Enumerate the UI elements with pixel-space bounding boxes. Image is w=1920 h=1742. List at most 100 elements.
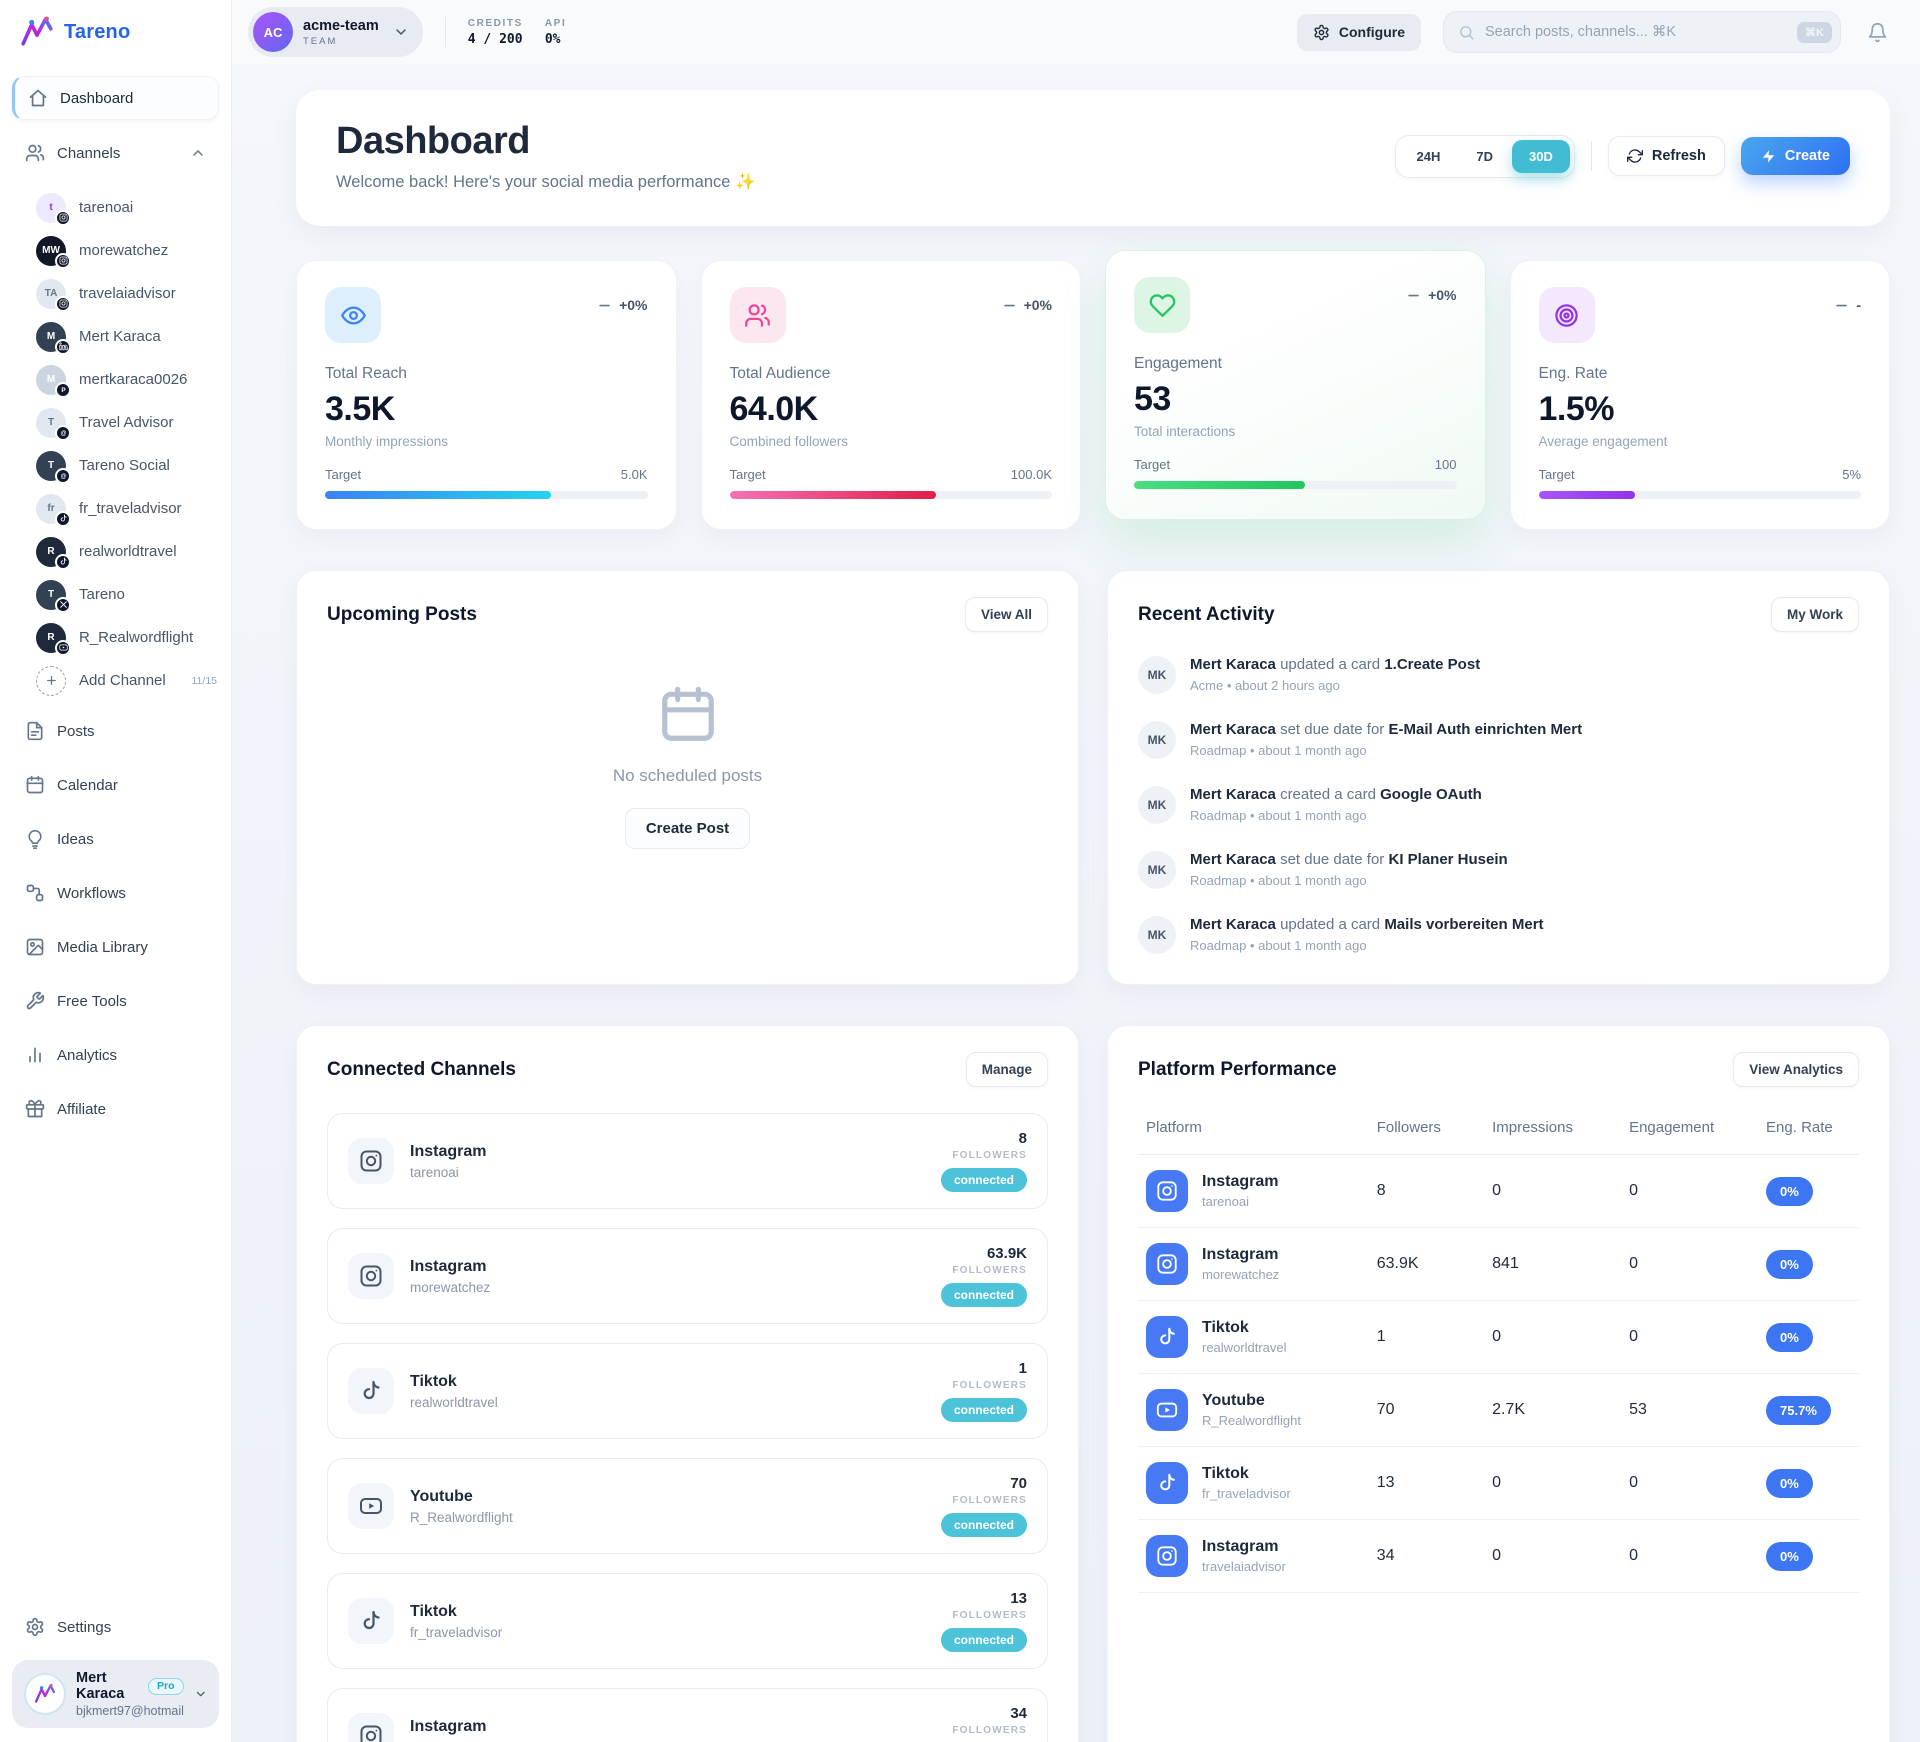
platform-icon bbox=[59, 514, 68, 523]
refresh-button[interactable]: Refresh bbox=[1608, 136, 1725, 176]
trend-indicator: - bbox=[1834, 297, 1861, 313]
sidebar-channel-item[interactable]: R R_Realwordflight bbox=[0, 616, 231, 659]
sidebar-channel-item[interactable]: TA travelaiadvisor bbox=[0, 272, 231, 315]
table-row[interactable]: Instagram morewatchez 63.9K 841 0 0% bbox=[1138, 1228, 1859, 1301]
time-range-label: 7D bbox=[1476, 149, 1493, 164]
connected-channel-row[interactable]: Instagram tarenoai 8 FOLLOWERS connected bbox=[327, 1113, 1048, 1209]
sidebar-channel-item[interactable]: R realworldtravel bbox=[0, 530, 231, 573]
engagement-cell: 0 bbox=[1621, 1520, 1758, 1593]
stat-card[interactable]: +0% Total Reach 3.5K Monthly impressions… bbox=[296, 260, 677, 530]
view-all-button[interactable]: View All bbox=[965, 597, 1048, 632]
table-row[interactable]: Tiktok fr_traveladvisor 13 0 0 0% bbox=[1138, 1447, 1859, 1520]
sidebar-channel-item[interactable]: MW morewatchez bbox=[0, 229, 231, 272]
create-button[interactable]: Create bbox=[1741, 137, 1850, 175]
card-title: Upcoming Posts bbox=[327, 604, 477, 626]
platform-name: Instagram bbox=[1202, 1173, 1278, 1191]
configure-button[interactable]: Configure bbox=[1297, 14, 1421, 51]
sidebar-channel-item[interactable]: T Tareno Social bbox=[0, 444, 231, 487]
activity-item[interactable]: MK Mert Karaca updated a card Mails vorb… bbox=[1138, 916, 1859, 954]
manage-button[interactable]: Manage bbox=[966, 1052, 1048, 1087]
performance-table: Platform Followers Impressions Engagemen… bbox=[1138, 1111, 1859, 1593]
table-row[interactable]: Tiktok realworldtravel 1 0 0 0% bbox=[1138, 1301, 1859, 1374]
stat-card[interactable]: +0% Total Audience 64.0K Combined follow… bbox=[701, 260, 1082, 530]
channel-platform-badge bbox=[55, 425, 71, 441]
activity-item[interactable]: MK Mert Karaca set due date for E-Mail A… bbox=[1138, 721, 1859, 759]
sidebar-item[interactable]: Affiliate bbox=[12, 1088, 219, 1130]
sidebar-item[interactable]: Analytics bbox=[12, 1034, 219, 1076]
channel-avatar: fr bbox=[36, 494, 66, 524]
sidebar-item-settings[interactable]: Settings bbox=[12, 1606, 219, 1648]
followers-label: FOLLOWERS bbox=[952, 1380, 1027, 1391]
home-icon bbox=[28, 88, 48, 108]
channel-name: Travel Advisor bbox=[79, 414, 173, 431]
stat-value: 1.5% bbox=[1539, 390, 1862, 429]
sidebar-channel-item[interactable]: fr fr_traveladvisor bbox=[0, 487, 231, 530]
channel-platform-badge bbox=[55, 597, 71, 613]
connected-channel-row[interactable]: Tiktok fr_traveladvisor 13 FOLLOWERS con… bbox=[327, 1573, 1048, 1669]
activity-item[interactable]: MK Mert Karaca updated a card 1.Create P… bbox=[1138, 656, 1859, 694]
table-row[interactable]: Instagram tarenoai 8 0 0 0% bbox=[1138, 1155, 1859, 1228]
sidebar-item[interactable]: Free Tools bbox=[12, 980, 219, 1022]
brand: Tareno bbox=[0, 0, 231, 64]
time-range-button[interactable]: 7D bbox=[1459, 140, 1510, 173]
card-title: Platform Performance bbox=[1138, 1059, 1337, 1081]
stat-card[interactable]: - Eng. Rate 1.5% Average engagement Targ… bbox=[1510, 260, 1891, 530]
add-channel-button[interactable]: Add Channel 11/15 bbox=[0, 659, 231, 702]
create-post-button[interactable]: Create Post bbox=[625, 808, 750, 849]
user-menu[interactable]: Mert Karaca Pro bjkmert97@hotmail.c... bbox=[12, 1660, 219, 1728]
team-selector[interactable]: AC acme-team TEAM bbox=[248, 7, 423, 57]
sidebar-item[interactable]: Workflows bbox=[12, 872, 219, 914]
table-row[interactable]: Youtube R_Realwordflight 70 2.7K 53 75.7… bbox=[1138, 1374, 1859, 1447]
target-row: Target 5.0K bbox=[325, 467, 648, 482]
connected-channel-row[interactable]: Youtube R_Realwordflight 70 FOLLOWERS co… bbox=[327, 1458, 1048, 1554]
activity-item[interactable]: MK Mert Karaca set due date for KI Plane… bbox=[1138, 851, 1859, 889]
my-work-button[interactable]: My Work bbox=[1771, 597, 1859, 632]
connected-channel-row[interactable]: Instagram travelaiadvisor 34 FOLLOWERS c… bbox=[327, 1688, 1048, 1742]
sidebar-item-label: Channels bbox=[57, 145, 120, 162]
brand-name: Tareno bbox=[64, 21, 130, 44]
channel-name: realworldtravel bbox=[79, 543, 177, 560]
sidebar-channel-item[interactable]: M Mert Karaca bbox=[0, 315, 231, 358]
channel-name: Tareno Social bbox=[79, 457, 170, 474]
sidebar-channel-item[interactable]: T Tareno bbox=[0, 573, 231, 616]
time-range-button[interactable]: 30D bbox=[1512, 140, 1570, 173]
notifications-button[interactable] bbox=[1863, 18, 1892, 47]
channel-platform-name: Instagram bbox=[410, 1718, 497, 1736]
sidebar-item[interactable]: Posts bbox=[12, 710, 219, 752]
sidebar-item[interactable]: Ideas bbox=[12, 818, 219, 860]
channel-avatar: T bbox=[36, 408, 66, 438]
sidebar-channel-item[interactable]: t tarenoai bbox=[0, 186, 231, 229]
minus-icon bbox=[1834, 298, 1849, 313]
platform-icon bbox=[348, 1483, 394, 1529]
platform-handle: fr_traveladvisor bbox=[1202, 1486, 1291, 1501]
sidebar-item-channels[interactable]: Channels bbox=[12, 132, 219, 174]
column-header: Impressions bbox=[1484, 1111, 1621, 1155]
activity-item[interactable]: MK Mert Karaca created a card Google OAu… bbox=[1138, 786, 1859, 824]
stat-card[interactable]: +0% Engagement 53 Total interactions Tar… bbox=[1105, 250, 1486, 520]
time-range-label: 24H bbox=[1417, 149, 1441, 164]
sidebar-item-label: Free Tools bbox=[57, 993, 127, 1010]
table-row[interactable]: Instagram travelaiadvisor 34 0 0 0% bbox=[1138, 1520, 1859, 1593]
page-title: Dashboard bbox=[336, 120, 756, 163]
stat-value: 3.5K bbox=[325, 390, 648, 429]
sidebar-item[interactable]: Media Library bbox=[12, 926, 219, 968]
card-title: Connected Channels bbox=[327, 1059, 516, 1081]
channel-name: mertkaraca0026 bbox=[79, 371, 187, 388]
sidebar-item-dashboard[interactable]: Dashboard bbox=[12, 76, 219, 120]
connected-channel-row[interactable]: Instagram morewatchez 63.9K FOLLOWERS co… bbox=[327, 1228, 1048, 1324]
channel-platform-badge bbox=[55, 339, 71, 355]
sidebar-channel-item[interactable]: M mertkaraca0026 bbox=[0, 358, 231, 401]
user-meta: Mert Karaca Pro bjkmert97@hotmail.c... bbox=[76, 1670, 184, 1718]
search-input[interactable] bbox=[1485, 24, 1787, 40]
sidebar-item[interactable]: Calendar bbox=[12, 764, 219, 806]
connected-channel-row[interactable]: Tiktok realworldtravel 1 FOLLOWERS conne… bbox=[327, 1343, 1048, 1439]
engagement-cell: 0 bbox=[1621, 1228, 1758, 1301]
view-analytics-button[interactable]: View Analytics bbox=[1733, 1052, 1859, 1087]
sidebar-channel-item[interactable]: T Travel Advisor bbox=[0, 401, 231, 444]
channel-handle: fr_traveladvisor bbox=[410, 1625, 502, 1640]
channel-avatar-initials: T bbox=[48, 417, 54, 428]
channel-platform-badge bbox=[55, 296, 71, 312]
time-range-button[interactable]: 24H bbox=[1400, 140, 1458, 173]
status-badge: connected bbox=[941, 1398, 1027, 1422]
stat-icon bbox=[325, 287, 381, 343]
